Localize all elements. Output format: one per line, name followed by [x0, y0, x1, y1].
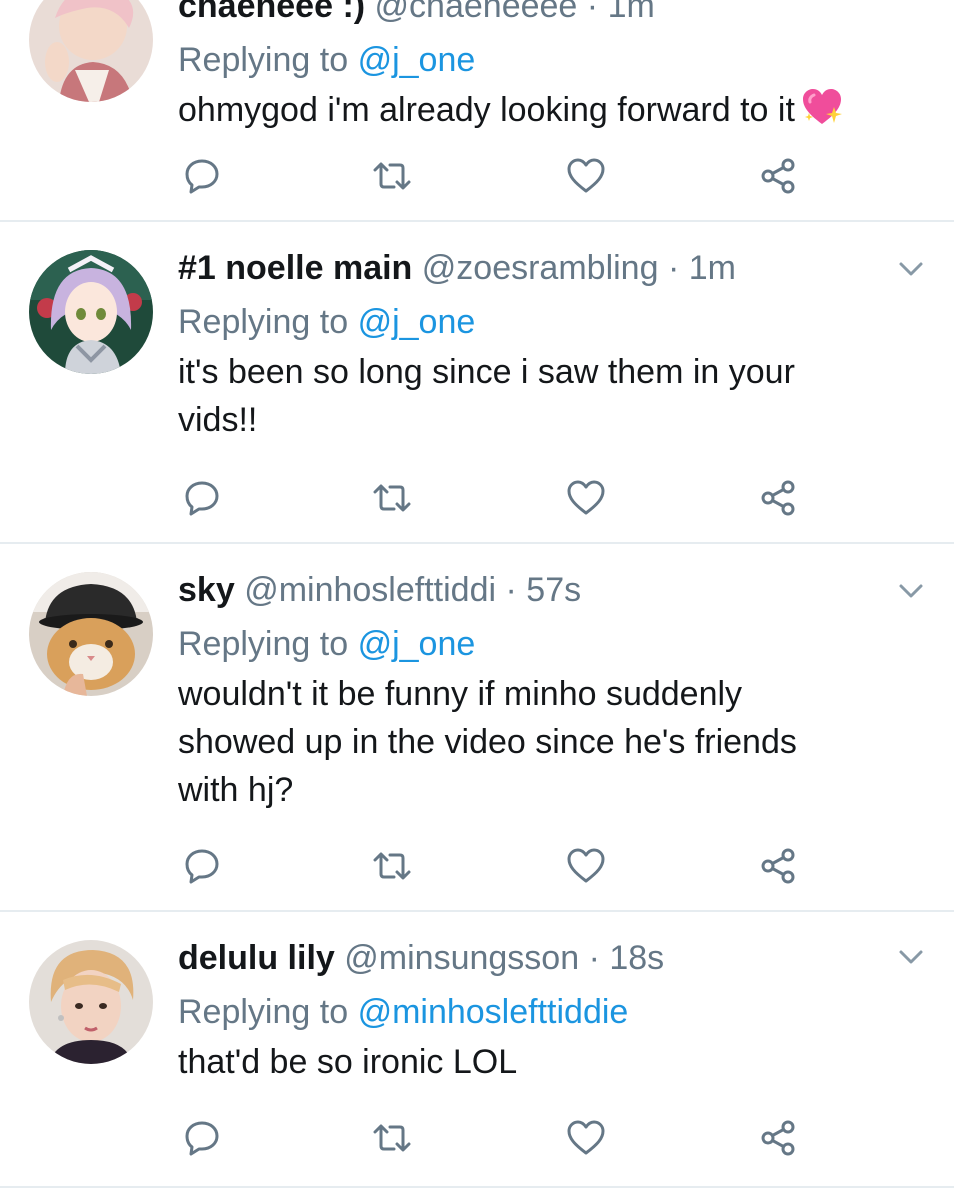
replying-to-link[interactable]: @minhoslefttiddie	[358, 993, 629, 1031]
retweet-button[interactable]	[370, 154, 414, 198]
reply-icon	[185, 481, 219, 516]
share-button[interactable]	[756, 154, 800, 198]
separator-dot: ·	[667, 249, 680, 287]
reply-icon	[185, 159, 219, 194]
timestamp[interactable]: 1m	[608, 0, 655, 25]
like-button[interactable]	[564, 154, 608, 198]
display-name[interactable]: delulu lily	[178, 939, 335, 977]
tweet-header: chaeneee :) @chaeneeee · 1m	[178, 0, 914, 28]
reply-button[interactable]	[180, 844, 224, 888]
replying-to-line: Replying to @j_one	[178, 622, 914, 666]
tweet-divider	[0, 1186, 954, 1188]
replying-to-label: Replying to	[178, 625, 349, 663]
replying-to-line: Replying to @j_one	[178, 300, 914, 344]
replying-to-line: Replying to @minhoslefttiddie	[178, 990, 914, 1034]
share-icon	[761, 480, 795, 516]
share-icon	[761, 848, 795, 884]
retweet-button[interactable]	[370, 844, 414, 888]
share-button[interactable]	[756, 1116, 800, 1160]
share-button[interactable]	[756, 476, 800, 520]
reply-icon	[185, 1121, 219, 1156]
tweet-header: sky @minhoslefttiddi · 57s	[178, 568, 914, 612]
separator-dot: ·	[505, 571, 517, 609]
reply-tweet[interactable]: chaeneee :) @chaeneeee · 1m Replying to …	[0, 0, 954, 222]
tweet-text: it's been so long since i saw them in yo…	[178, 353, 795, 439]
replying-to-line: Replying to @j_one	[178, 38, 914, 82]
retweet-button[interactable]	[370, 1116, 414, 1160]
avatar[interactable]	[29, 572, 153, 696]
replying-to-label: Replying to	[178, 993, 349, 1031]
reply-tweet[interactable]: #1 noelle main @zoesrambling · 1m Replyi…	[0, 222, 954, 544]
replying-to-link[interactable]: @j_one	[358, 303, 476, 341]
like-icon	[567, 480, 605, 515]
retweet-button[interactable]	[370, 476, 414, 520]
like-icon	[567, 848, 605, 883]
tweet-actions	[178, 844, 818, 888]
user-handle[interactable]: @zoesrambling	[422, 249, 659, 287]
retweet-icon	[373, 852, 411, 880]
like-button[interactable]	[564, 844, 608, 888]
tweet-header: #1 noelle main @zoesrambling · 1m	[178, 246, 914, 290]
display-name[interactable]: chaeneee :)	[178, 0, 365, 25]
like-button[interactable]	[564, 1116, 608, 1160]
share-icon	[761, 1120, 795, 1156]
reply-button[interactable]	[180, 476, 224, 520]
like-button[interactable]	[564, 476, 608, 520]
reply-icon	[185, 849, 219, 884]
timestamp[interactable]: 1m	[689, 249, 736, 287]
display-name[interactable]: sky	[178, 571, 235, 609]
tweet-actions	[178, 154, 818, 198]
avatar[interactable]	[29, 0, 153, 102]
chevron-down-icon[interactable]	[896, 942, 926, 972]
reply-button[interactable]	[180, 154, 224, 198]
reply-timeline: chaeneee :) @chaeneeee · 1m Replying to …	[0, 0, 954, 1200]
replying-to-label: Replying to	[178, 303, 349, 341]
retweet-icon	[373, 1124, 411, 1152]
like-icon	[567, 1120, 605, 1155]
chevron-down-icon[interactable]	[896, 576, 926, 606]
reply-tweet[interactable]: sky @minhoslefttiddi · 57s Replying to @…	[0, 544, 954, 912]
avatar[interactable]	[29, 940, 153, 1064]
separator-dot: ·	[586, 0, 599, 25]
replying-to-label: Replying to	[178, 41, 349, 79]
avatar[interactable]	[29, 250, 153, 374]
timestamp[interactable]: 57s	[526, 571, 581, 609]
reply-tweet[interactable]: delulu lily @minsungsson · 18s Replying …	[0, 912, 954, 1200]
timestamp[interactable]: 18s	[609, 939, 664, 977]
tweet-actions	[178, 1116, 818, 1160]
like-icon	[567, 158, 605, 193]
tweet-text: wouldn't it be funny if minho suddenly s…	[178, 675, 797, 809]
share-icon	[761, 158, 795, 194]
reply-button[interactable]	[180, 1116, 224, 1160]
share-button[interactable]	[756, 844, 800, 888]
display-name[interactable]: #1 noelle main	[178, 249, 412, 287]
separator-dot: ·	[588, 939, 600, 977]
retweet-icon	[373, 484, 411, 512]
retweet-icon	[373, 162, 411, 190]
tweet-text: that'd be so ironic LOL	[178, 1043, 518, 1081]
replying-to-link[interactable]: @j_one	[358, 625, 476, 663]
tweet-actions	[178, 476, 818, 520]
user-handle[interactable]: @chaeneeee	[375, 0, 578, 25]
tweet-header: delulu lily @minsungsson · 18s	[178, 936, 914, 980]
user-handle[interactable]: @minsungsson	[344, 939, 579, 977]
tweet-text-content: ohmygod i'm already looking forward to i…	[178, 91, 795, 129]
user-handle[interactable]: @minhoslefttiddi	[244, 571, 496, 609]
tweet-text: ohmygod i'm already looking forward to i…	[178, 86, 914, 134]
replying-to-link[interactable]: @j_one	[358, 41, 476, 79]
chevron-down-icon[interactable]	[896, 254, 926, 284]
sparkling-heart-icon	[802, 89, 842, 124]
